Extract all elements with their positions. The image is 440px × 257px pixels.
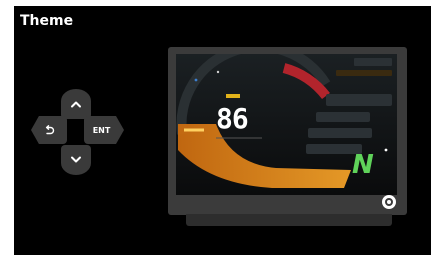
chevron-down-icon (71, 156, 81, 163)
selected-radio-indicator[interactable] (382, 195, 396, 209)
speed-readout: 86 (216, 102, 249, 135)
theme-preview-display: 86 N (176, 54, 397, 195)
dpad-down-button[interactable] (61, 145, 91, 175)
back-arrow-icon (45, 125, 55, 135)
chevron-up-icon (71, 101, 81, 108)
gear-indicator: N (352, 150, 374, 180)
enter-label: ENT (92, 125, 111, 135)
page-title: Theme (20, 13, 74, 29)
device-base (186, 214, 392, 226)
dpad-up-button[interactable] (61, 89, 91, 119)
dpad-enter-button[interactable]: ENT (84, 116, 124, 144)
frame: Theme ENT 86 N (0, 0, 440, 257)
